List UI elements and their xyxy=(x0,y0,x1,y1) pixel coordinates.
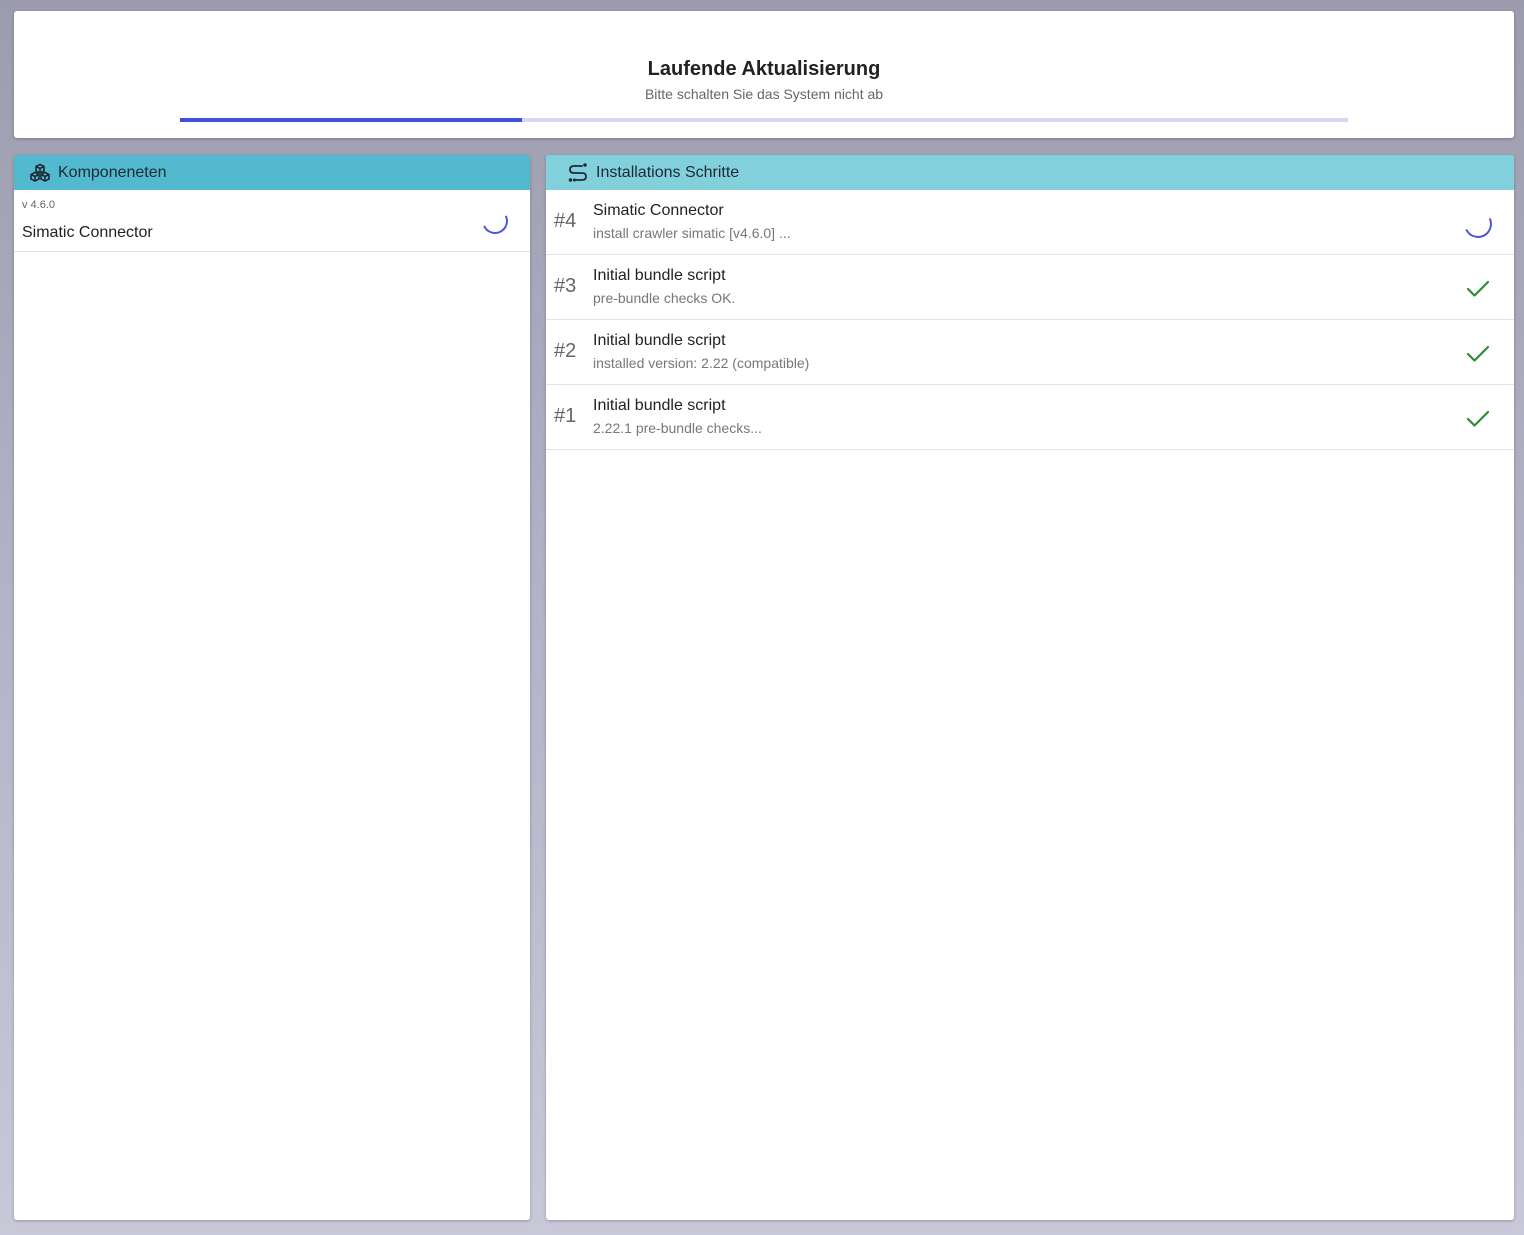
checkmark-icon xyxy=(1466,410,1490,427)
table-row: #4 Simatic Connector install crawler sim… xyxy=(546,190,1514,255)
table-row: #3 Initial bundle script pre-bundle chec… xyxy=(546,255,1514,320)
components-panel-header: Komponeneten xyxy=(14,155,530,190)
checkmark-icon xyxy=(1466,345,1490,362)
step-status xyxy=(1460,403,1494,433)
step-number: #4 xyxy=(554,210,577,232)
steps-panel: Installations Schritte #4 Simatic Connec… xyxy=(546,155,1514,1220)
step-description: pre-bundle checks OK. xyxy=(593,290,736,306)
update-header-card: Laufende Aktualisierung Bitte schalten S… xyxy=(14,11,1514,138)
step-description: install crawler simatic [v4.6.0] ... xyxy=(593,225,791,241)
page-subtitle: Bitte schalten Sie das System nicht ab xyxy=(644,86,884,102)
step-number: #1 xyxy=(554,405,577,427)
loading-spinner-icon xyxy=(478,204,512,238)
page-title: Laufende Aktualisierung xyxy=(647,58,881,80)
component-name: Simatic Connector xyxy=(22,224,153,241)
step-description: installed version: 2.22 (compatible) xyxy=(593,355,810,371)
cubes-icon xyxy=(28,162,52,184)
table-row: #2 Initial bundle script installed versi… xyxy=(546,320,1514,385)
route-icon xyxy=(566,162,590,184)
step-number: #3 xyxy=(554,275,577,297)
step-title: Initial bundle script xyxy=(593,267,726,284)
update-progress-fill xyxy=(180,118,523,122)
steps-panel-title: Installations Schritte xyxy=(596,163,740,181)
components-panel-title: Komponeneten xyxy=(58,163,167,181)
list-item: v 4.6.0 Simatic Connector xyxy=(14,190,530,252)
step-title: Simatic Connector xyxy=(593,202,724,219)
step-number: #2 xyxy=(554,340,577,362)
table-row: #1 Initial bundle script 2.22.1 pre-bund… xyxy=(546,385,1514,450)
checkmark-icon xyxy=(1466,280,1490,297)
step-title: Initial bundle script xyxy=(593,397,726,414)
component-version: v 4.6.0 xyxy=(22,199,56,211)
step-title: Initial bundle script xyxy=(593,332,726,349)
step-status xyxy=(1460,273,1494,303)
step-status xyxy=(1460,206,1496,242)
step-description: 2.22.1 pre-bundle checks... xyxy=(593,420,762,436)
components-panel: Komponeneten v 4.6.0 Simatic Connector xyxy=(14,155,530,1220)
steps-panel-header: Installations Schritte xyxy=(546,155,1514,190)
loading-spinner-icon xyxy=(1460,206,1496,242)
update-progress-bar xyxy=(180,118,1348,122)
step-status xyxy=(1460,338,1494,368)
